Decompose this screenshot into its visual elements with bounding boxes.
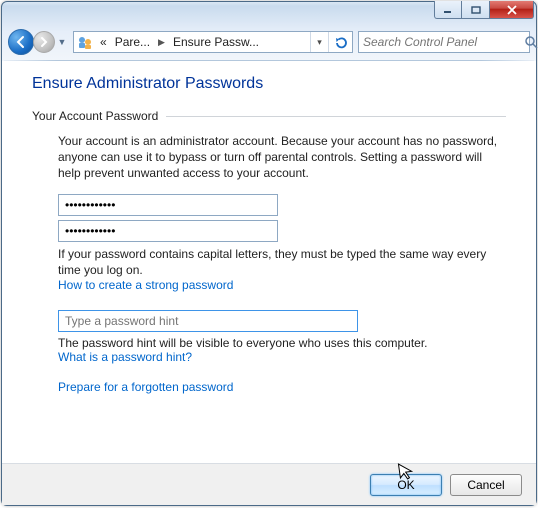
section-header: Your Account Password — [32, 109, 506, 123]
refresh-icon — [334, 35, 348, 49]
nav-back-button[interactable] — [8, 29, 34, 55]
nav-forward-button[interactable] — [33, 31, 55, 53]
titlebar — [2, 2, 536, 28]
footer: OK Cancel — [2, 463, 536, 505]
nav-history-dropdown[interactable]: ▼ — [56, 32, 68, 52]
address-bar[interactable]: « Pare... ▶ Ensure Passw... ▾ — [73, 31, 353, 53]
password-confirm-input[interactable] — [58, 220, 278, 242]
breadcrumb-segment-2[interactable]: Ensure Passw... — [169, 32, 263, 52]
breadcrumb-segment-1[interactable]: Pare... — [111, 32, 154, 52]
navbar: ▼ « Pare... ▶ Ensure Passw... ▾ — [2, 28, 536, 60]
content-area: Ensure Administrator Passwords Your Acco… — [2, 61, 536, 463]
arrow-left-icon — [14, 35, 28, 49]
parental-controls-icon — [76, 33, 94, 51]
window-buttons — [434, 1, 534, 19]
cancel-button[interactable]: Cancel — [450, 474, 522, 496]
page-title: Ensure Administrator Passwords — [32, 75, 506, 93]
hint-note: The password hint will be visible to eve… — [58, 336, 506, 350]
search-box[interactable] — [358, 31, 530, 53]
password-hint-link[interactable]: What is a password hint? — [58, 350, 506, 364]
chevron-right-icon: ▶ — [154, 37, 169, 48]
refresh-button[interactable] — [328, 32, 352, 52]
caps-note: If your password contains capital letter… — [58, 246, 506, 278]
close-button[interactable] — [490, 1, 534, 19]
minimize-button[interactable] — [434, 1, 462, 19]
arrow-right-icon — [38, 36, 50, 48]
password-hint-input[interactable] — [58, 310, 358, 332]
address-dropdown[interactable]: ▾ — [310, 32, 328, 52]
search-icon[interactable] — [524, 32, 538, 52]
ok-button[interactable]: OK — [370, 474, 442, 496]
description-text: Your account is an administrator account… — [58, 133, 506, 182]
section-divider — [166, 116, 506, 117]
section-body: Your account is an administrator account… — [32, 133, 506, 394]
maximize-icon — [471, 6, 481, 14]
strong-password-link[interactable]: How to create a strong password — [58, 278, 506, 292]
search-input[interactable] — [359, 32, 524, 52]
breadcrumb-chevrons[interactable]: « — [96, 32, 111, 52]
prepare-forgotten-link[interactable]: Prepare for a forgotten password — [58, 380, 506, 394]
password-input[interactable] — [58, 194, 278, 216]
close-icon — [506, 5, 518, 15]
minimize-icon — [443, 6, 453, 14]
maximize-button[interactable] — [462, 1, 490, 19]
section-label: Your Account Password — [32, 109, 158, 123]
control-panel-window: ▼ « Pare... ▶ Ensure Passw... ▾ Ensure A… — [1, 1, 537, 506]
